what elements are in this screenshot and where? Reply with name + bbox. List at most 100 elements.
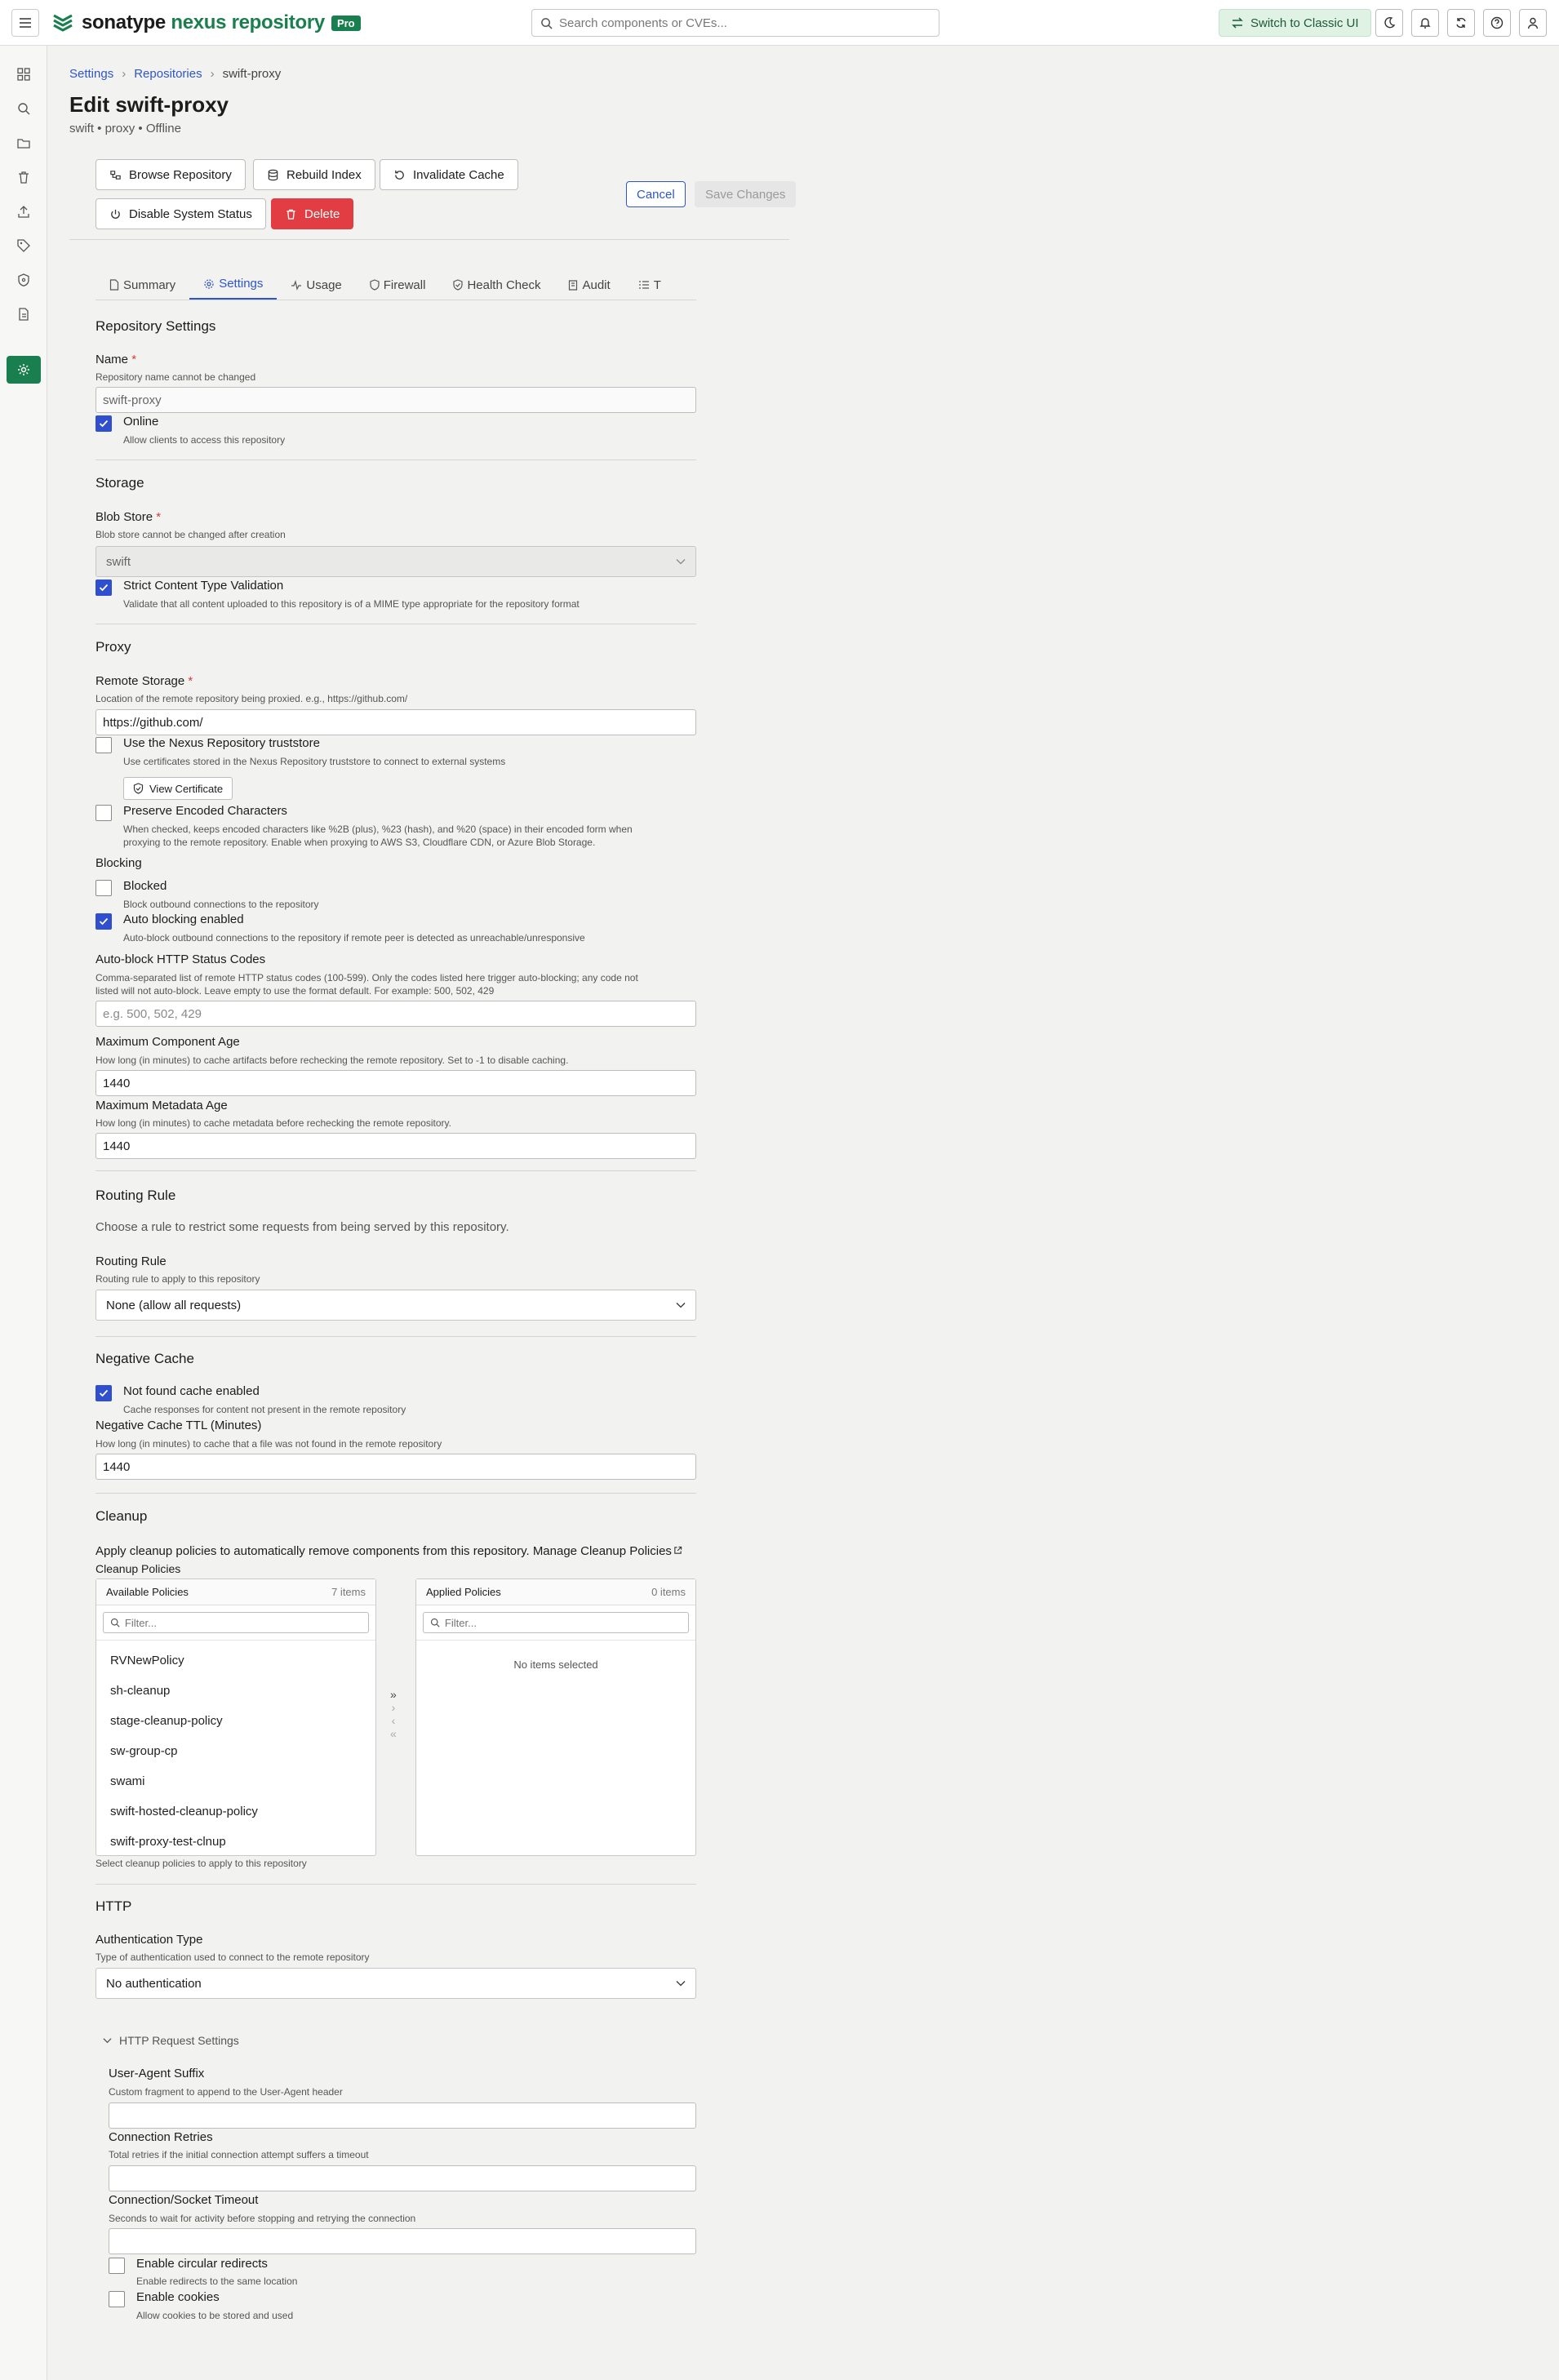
blob-store-select[interactable]: swift [95,546,696,577]
negative-cache-ttl-field[interactable] [95,1454,696,1480]
document-icon [19,308,29,321]
strict-content-checkbox[interactable] [95,579,112,596]
auth-type-select[interactable]: No authentication [95,1968,696,1999]
available-filter[interactable] [103,1612,369,1633]
list-item[interactable]: sw-group-cp [96,1736,375,1766]
max-metadata-age-field[interactable] [95,1133,696,1159]
breadcrumb-settings-link[interactable]: Settings [69,67,113,81]
strict-content-label: Strict Content Type Validation [123,579,284,593]
empty-state: No items selected [513,1658,598,1671]
sidebar-item-upload[interactable] [7,198,41,225]
auto-block-status-field[interactable] [95,1001,696,1027]
move-right-button[interactable]: › [392,1701,396,1714]
connection-timeout-field[interactable] [109,2228,696,2254]
sidebar-item-browse[interactable] [7,129,41,157]
view-certificate-button[interactable]: View Certificate [123,777,233,800]
move-all-right-button[interactable]: » [390,1688,397,1701]
cancel-button[interactable]: Cancel [626,181,686,207]
help-button[interactable] [1483,9,1511,37]
search-input[interactable] [559,16,918,30]
applied-filter-input[interactable] [444,1616,688,1629]
rebuild-index-button[interactable]: Rebuild Index [253,159,375,190]
http-request-settings-label: HTTP Request Settings [119,2034,239,2047]
circular-redirects-checkbox[interactable] [109,2258,125,2274]
breadcrumb-repositories-link[interactable]: Repositories [134,67,202,81]
sidebar-item-reports[interactable] [7,300,41,328]
sidebar-item-cleanup[interactable] [7,163,41,191]
menu-button[interactable] [11,9,39,37]
http-request-settings-toggle[interactable]: HTTP Request Settings [103,2034,239,2047]
cleanup-description: Apply cleanup policies to automatically … [95,1544,682,1558]
name-label-text: Name [95,353,129,366]
tab-usage-label: Usage [306,278,342,292]
move-left-button[interactable]: ‹ [392,1714,396,1727]
applied-policies-list: Applied Policies 0 items No items select… [415,1579,696,1856]
sidebar-item-tags[interactable] [7,232,41,260]
online-hint: Allow clients to access this repository [123,434,286,446]
sidebar-item-dashboard[interactable] [7,60,41,88]
theme-toggle-button[interactable] [1375,9,1403,37]
user-icon [1527,17,1539,29]
sidebar-item-search[interactable] [7,95,41,122]
rebuild-index-label: Rebuild Index [286,167,362,182]
disable-system-status-button[interactable]: Disable System Status [95,198,266,229]
tab-summary[interactable]: Summary [95,269,189,300]
auto-block-status-hint-2: listed will not auto-block. Leave empty … [95,985,495,997]
tab-more[interactable]: T [624,269,675,300]
database-icon [268,169,278,180]
user-account-button[interactable] [1519,9,1547,37]
browse-repository-button[interactable]: Browse Repository [95,159,246,190]
name-label: Name * [95,353,136,366]
notifications-button[interactable] [1411,9,1439,37]
trash-icon [19,171,29,184]
tab-firewall[interactable]: Firewall [356,269,440,300]
tab-health-check[interactable]: Health Check [439,269,554,300]
list-item[interactable]: RVNewPolicy [96,1645,375,1676]
max-component-age-field[interactable] [95,1070,696,1096]
moon-icon [1384,16,1396,29]
cookies-checkbox[interactable] [109,2291,125,2307]
name-field[interactable] [95,387,696,413]
sidebar-item-settings[interactable] [7,356,41,384]
tab-usage[interactable]: Usage [277,269,355,300]
list-item[interactable]: sh-cleanup [96,1676,375,1706]
auto-blocking-checkbox[interactable] [95,913,112,930]
applied-policies-items: No items selected [416,1640,695,1671]
help-icon [1490,16,1503,29]
auto-block-status-label: Auto-block HTTP Status Codes [95,952,266,966]
preserve-encoded-checkbox[interactable] [95,805,112,821]
routing-heading: Routing Rule [95,1188,176,1203]
invalidate-cache-button[interactable]: Invalidate Cache [380,159,518,190]
routing-rule-select[interactable]: None (allow all requests) [95,1290,696,1321]
save-changes-button[interactable]: Save Changes [695,181,797,207]
tab-audit-label: Audit [582,278,611,292]
connection-retries-field[interactable] [109,2165,696,2191]
list-item[interactable]: swami [96,1766,375,1796]
remote-storage-field[interactable] [95,709,696,735]
truststore-checkbox[interactable] [95,737,112,753]
list-item[interactable]: stage-cleanup-policy [96,1706,375,1736]
chevron-down-icon [103,2038,112,2044]
tab-settings[interactable]: Settings [189,269,278,300]
blocked-checkbox[interactable] [95,880,112,896]
applied-filter[interactable] [423,1612,689,1633]
available-filter-input[interactable] [124,1616,368,1629]
delete-button[interactable]: Delete [271,198,354,229]
not-found-cache-checkbox[interactable] [95,1385,112,1401]
brand-logo[interactable]: sonatype nexus repository Pro [51,11,361,35]
file-icon [109,279,119,291]
manage-cleanup-policies-link[interactable]: Manage Cleanup Policies [533,1544,682,1558]
sidebar-item-security[interactable] [7,266,41,294]
list-item[interactable]: swift-proxy-test-clnup [96,1827,375,1857]
auto-blocking-label: Auto blocking enabled [123,912,244,926]
list-item[interactable]: swift-hosted-cleanup-policy [96,1796,375,1827]
refresh-button[interactable] [1447,9,1475,37]
tab-audit[interactable]: Audit [554,269,624,300]
switch-classic-button[interactable]: Switch to Classic UI [1219,9,1371,37]
global-search[interactable] [531,9,939,37]
online-checkbox[interactable] [95,415,112,432]
move-all-left-button[interactable]: « [390,1727,397,1740]
tab-bar: Summary Settings Usage Firewall Health C… [95,269,696,300]
user-agent-field[interactable] [109,2102,696,2129]
tab-more-label: T [653,278,661,292]
